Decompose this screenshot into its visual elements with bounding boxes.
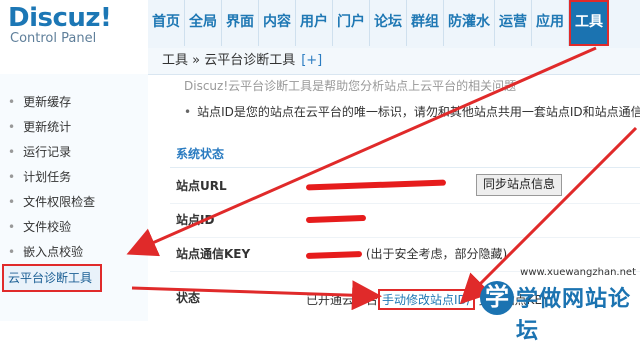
sidebar: 更新缓存 更新统计 运行记录 计划任务 文件权限检查 文件校验 嵌入点校验 云平… — [0, 74, 149, 321]
state-text: 已开通云平台 — [306, 293, 379, 307]
watermark-glyph: 学 — [480, 281, 514, 315]
status-row-url: 站点URL 同步站点信息 — [170, 169, 640, 204]
watermark-logo: 学 学做网站论坛 www.xuewangzhan.net — [480, 267, 640, 344]
redacted-value: (出于安全考虑，部分隐藏) — [305, 245, 508, 262]
tab-tools[interactable]: 工具 — [569, 0, 609, 46]
edit-site-id-link[interactable]: 手动修改站点ID/ — [378, 289, 475, 310]
tab-antispam[interactable]: 防灌水 — [444, 0, 495, 46]
watermark-url: www.xuewangzhan.net — [520, 267, 636, 278]
breadcrumb: 工具 » 云平台诊断工具 [+] — [148, 48, 640, 75]
logo-brand: Discuz! — [8, 3, 112, 33]
key-note: (出于安全考虑，部分隐藏) — [365, 247, 508, 261]
tip-line: 站点ID是您的站点在云平台的唯一标识，请勿和其他站点共用一套站点ID和站点通信K… — [184, 103, 640, 120]
sidebar-item-cron[interactable]: 计划任务 — [8, 167, 71, 187]
sidebar-item-run-log[interactable]: 运行记录 — [8, 142, 71, 162]
row-label: 状态 — [176, 291, 201, 305]
breadcrumb-text: 工具 » 云平台诊断工具 — [162, 53, 296, 68]
breadcrumb-expand-button[interactable]: [+] — [301, 53, 322, 68]
tab-global[interactable]: 全局 — [185, 0, 222, 46]
sidebar-item-cloud-diagnose[interactable]: 云平台诊断工具 — [2, 264, 103, 292]
sidebar-item-update-stats[interactable]: 更新统计 — [8, 117, 71, 137]
header: Discuz! Control Panel 首页 全局 界面 内容 用户 门户 … — [0, 0, 640, 49]
row-label: 站点通信KEY — [176, 247, 251, 261]
sync-site-info-button[interactable]: 同步站点信息 — [476, 174, 563, 196]
section-title: 系统状态 — [170, 141, 640, 168]
sidebar-item-update-cache[interactable]: 更新缓存 — [8, 92, 71, 112]
tab-portal[interactable]: 门户 — [333, 0, 370, 46]
tab-style[interactable]: 界面 — [222, 0, 259, 46]
logo-subtitle: Control Panel — [10, 31, 97, 46]
top-nav: 首页 全局 界面 内容 用户 门户 论坛 群组 防灌水 运营 应用 工具 — [148, 0, 640, 49]
row-label: 站点URL — [176, 179, 227, 193]
sidebar-item-file-perms[interactable]: 文件权限检查 — [8, 192, 95, 212]
tab-content[interactable]: 内容 — [259, 0, 296, 46]
tab-operation[interactable]: 运营 — [495, 0, 532, 46]
tab-home[interactable]: 首页 — [148, 0, 185, 46]
sidebar-item-file-check[interactable]: 文件校验 — [8, 217, 71, 237]
redacted-value — [305, 177, 447, 191]
row-label: 站点ID — [176, 213, 215, 227]
watermark-text: 学做网站论坛 — [516, 287, 632, 344]
tab-apps[interactable]: 应用 — [532, 0, 569, 46]
tab-group[interactable]: 群组 — [407, 0, 444, 46]
logo: Discuz! Control Panel — [8, 3, 128, 46]
status-row-site-id: 站点ID — [170, 203, 640, 238]
tab-user[interactable]: 用户 — [296, 0, 333, 46]
tip-line: Discuz!云平台诊断工具是帮助您分析站点上云平台的相关问题 — [184, 79, 517, 93]
sidebar-item-hook-check[interactable]: 嵌入点校验 — [8, 242, 83, 262]
redacted-value — [305, 211, 367, 225]
tab-forum[interactable]: 论坛 — [370, 0, 407, 46]
